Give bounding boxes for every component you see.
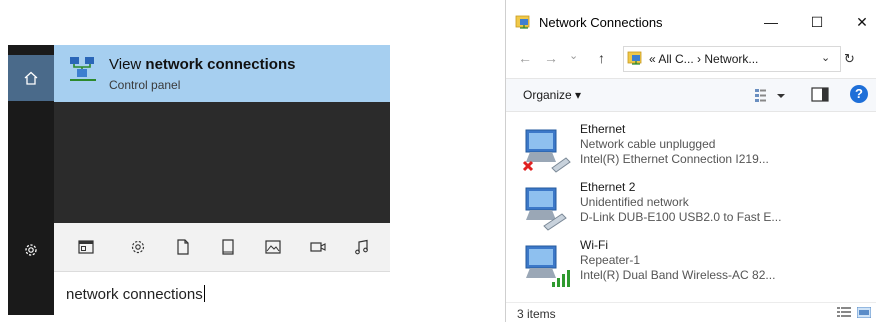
connection-name: Ethernet (580, 122, 626, 136)
home-icon (24, 71, 38, 85)
connection-item-wifi[interactable]: Wi-Fi Repeater-1 Intel(R) Dual Band Wire… (522, 238, 872, 296)
search-box[interactable]: network connections (54, 271, 390, 316)
connection-device: Intel(R) Ethernet Connection I219... (580, 152, 769, 166)
connection-item-ethernet-2[interactable]: Ethernet 2 Unidentified network D-Link D… (522, 180, 872, 238)
connection-name: Wi-Fi (580, 238, 608, 252)
filter-videos-button[interactable] (306, 235, 330, 259)
status-bar: 3 items (506, 302, 876, 323)
connection-device: Intel(R) Dual Band Wireless-AC 82... (580, 268, 776, 282)
connection-status: Unidentified network (580, 195, 689, 209)
wifi-adapter-icon (525, 245, 570, 287)
address-path: « All C... › Network... (649, 52, 759, 66)
minimize-button[interactable]: — (753, 10, 789, 34)
filter-music-button[interactable] (350, 235, 374, 259)
folder-icon (222, 239, 234, 255)
refresh-button[interactable]: ↻ (844, 51, 855, 67)
search-filter-bar (54, 223, 390, 271)
start-search-panel: View network connections Control panel n… (8, 45, 390, 316)
forward-button[interactable]: → (544, 50, 558, 66)
network-adapter-disconnected-icon (522, 129, 571, 173)
search-input[interactable]: network connections (66, 285, 205, 303)
help-button[interactable]: ? (850, 85, 868, 103)
start-left-rail (8, 45, 54, 315)
home-button[interactable] (8, 55, 54, 101)
organize-menu[interactable]: Organize ▾ (523, 88, 581, 102)
address-row: ← → ⌄ ↑ « All C... › Network... ⌄ ↻ (506, 44, 876, 74)
title-bar[interactable]: Network Connections — ☐ ✕ (506, 6, 876, 36)
video-icon (310, 242, 326, 252)
gear-icon (25, 244, 37, 256)
filter-settings-button[interactable] (126, 235, 150, 259)
maximize-button[interactable]: ☐ (799, 10, 835, 34)
connection-device: D-Link DUB-E100 USB2.0 to Fast E... (580, 210, 782, 224)
search-result-view-network-connections[interactable]: View network connections Control panel (54, 45, 390, 102)
photo-icon (265, 240, 281, 254)
command-bar: Organize ▾ ? (506, 78, 876, 112)
preview-pane-button[interactable] (811, 87, 829, 102)
connection-item-ethernet[interactable]: Ethernet Network cable unplugged Intel(R… (522, 122, 872, 180)
large-icons-view-button[interactable] (857, 307, 871, 318)
change-view-button[interactable] (753, 86, 789, 104)
recent-locations-button[interactable]: ⌄ (569, 49, 578, 62)
filter-apps-button[interactable] (74, 235, 98, 259)
connection-name: Ethernet 2 (580, 180, 636, 194)
gear-icon (131, 240, 145, 254)
network-folder-icon (627, 51, 642, 65)
filter-documents-button[interactable] (171, 235, 195, 259)
apps-icon (78, 240, 94, 254)
network-adapter-icon (525, 187, 567, 231)
item-count: 3 items (517, 307, 556, 321)
filter-folders-button[interactable] (216, 235, 240, 259)
filter-photos-button[interactable] (261, 235, 285, 259)
address-bar[interactable]: « All C... › Network... ⌄ (623, 46, 841, 72)
search-result-subtitle: Control panel (109, 78, 181, 92)
network-connections-icon (70, 57, 96, 81)
settings-button[interactable] (8, 227, 54, 273)
text-caret (203, 285, 205, 302)
back-button[interactable]: ← (518, 50, 532, 66)
connection-status: Repeater-1 (580, 253, 641, 267)
network-folder-icon (515, 15, 530, 29)
address-dropdown-button[interactable]: ⌄ (821, 51, 830, 64)
document-icon (177, 239, 189, 255)
music-icon (355, 239, 368, 255)
details-view-button[interactable] (837, 307, 851, 318)
search-result-title: View network connections (109, 56, 296, 73)
connection-status: Network cable unplugged (580, 137, 716, 151)
up-button[interactable]: ↑ (598, 50, 605, 66)
window-title: Network Connections (539, 15, 663, 30)
close-button[interactable]: ✕ (844, 10, 876, 34)
network-connections-window: Network Connections — ☐ ✕ ← → ⌄ ↑ « All … (505, 0, 876, 322)
